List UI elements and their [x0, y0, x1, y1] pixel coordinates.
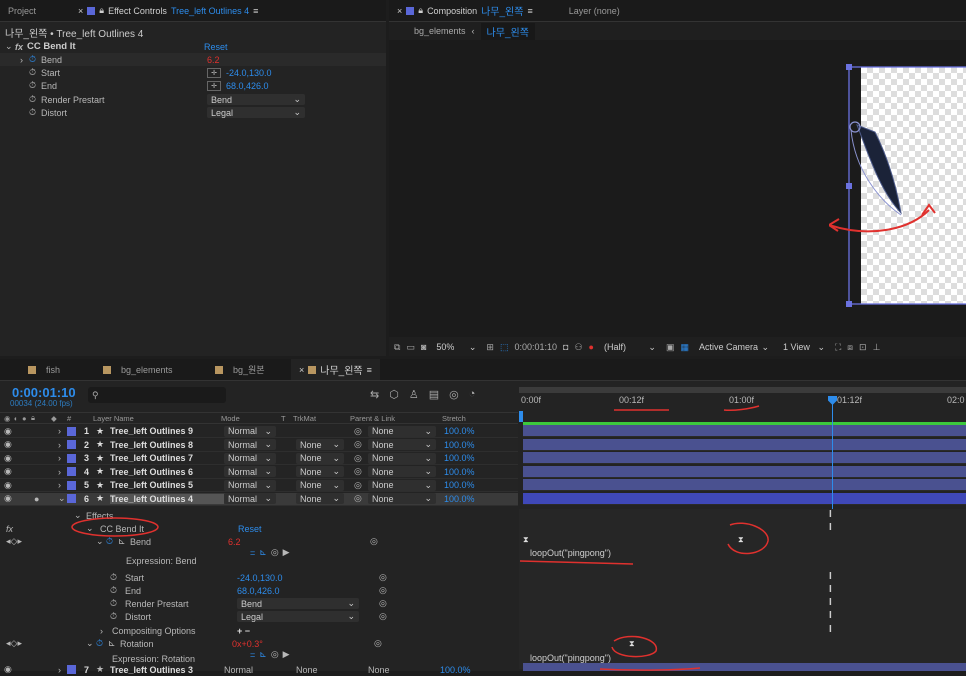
panel-menu-icon[interactable]: ≡ — [253, 6, 258, 16]
select-value: Legal — [211, 107, 234, 118]
effect-header-row: ⌄ fx CC Bend It Reset — [0, 40, 386, 53]
tab-composition[interactable]: × 🔒︎ Composition 나무_왼쪽 ≡ — [389, 0, 541, 21]
prop-row-distort: ⏱︎ Distort Legal ⌄ — [0, 106, 386, 119]
chevron-down-icon: ⌄ — [761, 341, 769, 352]
effect-name: CC Bend It — [27, 41, 76, 52]
resolution-select[interactable]: (Half) ⌄ — [600, 342, 660, 353]
stopwatch-icon[interactable]: ⏱︎ — [29, 54, 41, 65]
red-annotations — [71, 517, 769, 671]
prop-label: Distort — [41, 107, 68, 118]
flowchart-icon[interactable]: ⊥ — [873, 342, 881, 353]
prop-row-render-prestart: ⏱︎ Render Prestart Bend ⌄ — [0, 93, 386, 106]
camera-value: Active Camera — [698, 342, 759, 352]
breadcrumb-item[interactable]: 나무_왼쪽 — [480, 22, 535, 40]
panel-color-icon — [406, 6, 415, 15]
panel-menu-icon[interactable]: ≡ — [527, 6, 532, 16]
panel-color-icon — [87, 6, 96, 15]
select-value: Bend — [211, 94, 233, 105]
breadcrumb-item[interactable]: bg_elements — [414, 26, 466, 36]
effect-controls-panel: Project × 🔒︎ Effect Controls Tree_left O… — [0, 0, 386, 356]
toggle-pixel-icon[interactable]: ⛶ — [835, 342, 841, 353]
close-icon[interactable]: × — [397, 6, 402, 16]
comp-breadcrumb: bg_elements ‹ 나무_왼쪽 — [389, 22, 966, 40]
tab-effect-layer: Tree_left Outlines 4 — [170, 5, 250, 16]
grid-icon[interactable]: ⊞ — [486, 342, 494, 353]
view-layout-select[interactable]: 1 View ⌄ — [779, 342, 829, 353]
zoom-select[interactable]: 50% ⌄ — [432, 342, 480, 353]
expand-chevron-icon[interactable]: › — [20, 55, 29, 65]
chevron-left-icon: ‹ — [471, 26, 475, 36]
tab-effect-prefix: Effect Controls — [108, 5, 167, 16]
prop-label: Render Prestart — [41, 94, 105, 105]
prop-label: Start — [41, 67, 61, 78]
comp-viewer[interactable] — [389, 40, 966, 337]
prop-row-bend: › ⏱︎ Bend 6.2 — [0, 53, 386, 66]
prop-row-end: ⏱︎ End ✛ 68.0,426.0 — [0, 79, 386, 92]
stopwatch-icon[interactable]: ⏱︎ — [29, 80, 41, 91]
chevron-down-icon: ⌄ — [468, 341, 477, 352]
render-prestart-select[interactable]: Bend ⌄ — [207, 94, 305, 105]
stopwatch-icon[interactable]: ⏱︎ — [29, 107, 41, 118]
composition-panel: × 🔒︎ Composition 나무_왼쪽 ≡ Layer (none) bg… — [389, 0, 966, 356]
tab-comp-prefix: Composition — [427, 5, 478, 16]
distort-select[interactable]: Legal ⌄ — [207, 107, 305, 118]
resolution-value: (Half) — [603, 342, 626, 352]
close-icon[interactable]: × — [78, 6, 83, 16]
timeline-panel: fish bg_elements bg_원본 × 나무_왼쪽 ≡ 0:00:01… — [0, 359, 966, 675]
chevron-down-icon: ⌄ — [648, 341, 656, 352]
always-preview-icon[interactable]: ⧉ — [394, 342, 400, 353]
tab-layer[interactable]: Layer (none) — [561, 0, 628, 21]
tab-effect-controls[interactable]: × 🔒︎ Effect Controls Tree_left Outlines … — [70, 0, 266, 21]
fast-preview-icon[interactable]: ⧈ — [847, 342, 853, 353]
camera-select[interactable]: Active Camera ⌄ — [695, 342, 773, 353]
point-target-icon[interactable]: ✛ — [207, 80, 221, 91]
prop-label: Bend — [41, 54, 63, 65]
chevron-down-icon: ⌄ — [293, 107, 301, 117]
timeline-icon[interactable]: ⊡ — [859, 342, 867, 353]
stopwatch-icon[interactable]: ⏱︎ — [29, 67, 41, 78]
chevron-down-icon: ⌄ — [293, 94, 301, 104]
view-value: 1 View — [782, 342, 810, 352]
tab-comp-name: 나무_왼쪽 — [481, 7, 524, 18]
reset-link[interactable]: Reset — [204, 42, 228, 52]
point-target-icon[interactable]: ✛ — [207, 67, 221, 78]
region-of-interest-icon[interactable]: ▣ — [666, 342, 675, 353]
prop-value[interactable]: 68.0,426.0 — [226, 81, 269, 91]
tab-project[interactable]: Project — [0, 0, 70, 21]
zoom-value: 50% — [436, 342, 455, 352]
prop-value[interactable]: -24.0,130.0 — [226, 68, 272, 78]
snapshot-icon[interactable]: ⚇ — [574, 342, 582, 353]
collapse-chevron-icon[interactable]: ⌄ — [5, 41, 15, 52]
prop-row-start: ⏱︎ Start ✛ -24.0,130.0 — [0, 66, 386, 79]
mask-visibility-icon[interactable]: ◙ — [421, 342, 426, 352]
fx-icon[interactable]: fx — [15, 42, 27, 52]
stopwatch-icon[interactable]: ⏱︎ — [29, 94, 41, 105]
transparency-grid-icon[interactable]: ▦ — [680, 342, 689, 353]
tab-project-label: Project — [8, 5, 37, 16]
breadcrumb: 나무_왼쪽 • Tree_left Outlines 4 — [5, 29, 144, 40]
lock-icon[interactable]: 🔒︎ — [418, 5, 423, 16]
chevron-down-icon: ⌄ — [817, 341, 825, 352]
tab-layer-label: Layer (none) — [568, 5, 620, 16]
prop-value[interactable]: 6.2 — [207, 55, 220, 65]
lock-icon[interactable]: 🔒︎ — [99, 5, 104, 16]
layer-outline — [829, 64, 966, 307]
region-icon[interactable]: ⬚ — [500, 342, 509, 353]
comp-timecode[interactable]: 0:00:01:10 — [514, 342, 557, 352]
color-channel-icon[interactable]: ● — [589, 342, 594, 352]
monitor-icon[interactable]: ▭ — [406, 342, 415, 353]
camera-icon[interactable]: ◘ — [563, 342, 568, 352]
prop-label: End — [41, 80, 58, 91]
comp-toolbar: ⧉ ▭ ◙ 50% ⌄ ⊞ ⬚ 0:00:01:10 ◘ ⚇ ● (Half) ⌄ … — [389, 338, 966, 356]
